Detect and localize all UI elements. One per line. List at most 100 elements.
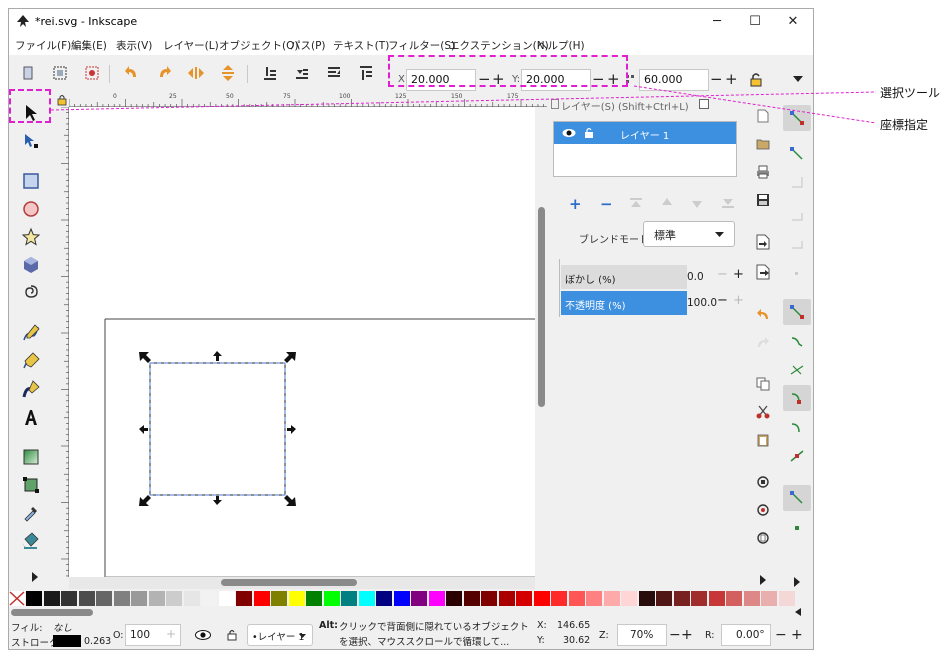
pencil-tool[interactable] bbox=[19, 321, 43, 345]
color-swatch[interactable] bbox=[253, 591, 270, 606]
layer-to-top-icon[interactable] bbox=[629, 197, 643, 209]
ruler-lock-icon[interactable] bbox=[55, 93, 69, 107]
snap-smooth-icon[interactable] bbox=[783, 415, 811, 441]
blur-slider[interactable]: ぼかし (%) bbox=[561, 265, 687, 289]
color-swatch[interactable] bbox=[586, 591, 602, 606]
open-document-icon[interactable] bbox=[752, 133, 774, 155]
palette-menu-icon[interactable] bbox=[795, 608, 803, 616]
palette-scrollbar[interactable] bbox=[9, 606, 813, 618]
zoom-input[interactable]: 70% bbox=[617, 624, 667, 646]
zoom-page-icon[interactable] bbox=[752, 527, 774, 549]
3dbox-tool[interactable] bbox=[19, 253, 43, 277]
color-swatch[interactable] bbox=[341, 591, 357, 606]
menu-path[interactable]: パス(P) bbox=[290, 38, 326, 53]
menu-help[interactable]: ヘルプ(H) bbox=[537, 38, 585, 53]
blend-mode-select[interactable]: 標準 bbox=[643, 221, 735, 247]
print-icon[interactable] bbox=[752, 161, 774, 183]
color-swatch[interactable] bbox=[271, 591, 287, 606]
zoom-plus-button[interactable]: + bbox=[681, 627, 693, 643]
toggle-lock-icon[interactable] bbox=[227, 629, 237, 641]
layer-list[interactable]: レイヤー 1 bbox=[553, 121, 737, 177]
toggle-visibility-icon[interactable] bbox=[195, 630, 211, 640]
canvas-vertical-scrollbar[interactable] bbox=[535, 107, 547, 577]
color-swatch[interactable] bbox=[166, 591, 182, 606]
save-icon[interactable] bbox=[752, 189, 774, 211]
current-layer-select[interactable]: •レイヤー 1 bbox=[247, 624, 313, 646]
ellipse-tool[interactable] bbox=[19, 197, 43, 221]
pen-tool[interactable] bbox=[19, 349, 43, 373]
color-swatch[interactable] bbox=[131, 591, 147, 606]
opacity-plus-button[interactable]: + bbox=[733, 293, 744, 308]
commands-overflow-icon[interactable] bbox=[752, 569, 774, 591]
opacity-value[interactable]: 100.0 bbox=[687, 297, 717, 309]
width-minus-button[interactable]: − bbox=[710, 70, 723, 88]
width-plus-button[interactable]: + bbox=[725, 70, 738, 88]
close-button[interactable]: ✕ bbox=[773, 11, 813, 33]
gradient-tool[interactable] bbox=[19, 445, 43, 469]
color-swatch[interactable] bbox=[778, 591, 795, 606]
mesh-tool[interactable] bbox=[19, 473, 43, 497]
snap-bbox-midpoint-icon[interactable] bbox=[783, 233, 811, 259]
color-swatch[interactable] bbox=[236, 591, 252, 606]
toolbar-overflow-icon[interactable] bbox=[787, 69, 809, 91]
color-swatch[interactable] bbox=[26, 591, 42, 606]
raise-icon[interactable] bbox=[323, 62, 345, 84]
menu-object[interactable]: オブジェクト(O) bbox=[219, 38, 298, 53]
rotation-minus-button[interactable]: − bbox=[775, 627, 787, 643]
snap-intersection-icon[interactable] bbox=[783, 357, 811, 383]
layer-lock-icon[interactable] bbox=[584, 127, 594, 139]
zoom-minus-button[interactable]: − bbox=[669, 627, 681, 643]
panel-float-icon[interactable] bbox=[699, 99, 709, 109]
color-swatch[interactable] bbox=[201, 591, 217, 606]
color-swatch[interactable] bbox=[96, 591, 112, 606]
color-swatch[interactable] bbox=[358, 591, 375, 606]
snap-toggle-icon[interactable] bbox=[783, 105, 811, 131]
minimize-button[interactable]: ─ bbox=[697, 11, 737, 33]
rotate-cw-icon[interactable] bbox=[153, 62, 175, 84]
drawing-canvas[interactable] bbox=[69, 107, 535, 577]
color-swatch[interactable] bbox=[603, 591, 620, 606]
layer-raise-icon[interactable] bbox=[661, 197, 673, 209]
color-swatch[interactable] bbox=[113, 591, 130, 606]
spiral-tool[interactable] bbox=[19, 281, 43, 305]
stroke-color-swatch[interactable] bbox=[53, 635, 81, 647]
snap-object-center-icon[interactable] bbox=[783, 485, 811, 511]
color-swatch[interactable] bbox=[638, 591, 655, 606]
snap-bbox-edge-icon[interactable] bbox=[783, 169, 811, 195]
layer-lower-icon[interactable] bbox=[691, 197, 703, 209]
snap-page-border-icon[interactable] bbox=[783, 515, 811, 541]
color-swatch[interactable] bbox=[691, 591, 707, 606]
lower-icon[interactable] bbox=[291, 62, 313, 84]
blur-minus-button[interactable]: − bbox=[717, 267, 728, 282]
color-swatch[interactable] bbox=[498, 591, 515, 606]
color-swatch[interactable] bbox=[673, 591, 690, 606]
remove-layer-icon[interactable]: − bbox=[600, 195, 613, 213]
color-swatch[interactable] bbox=[306, 591, 322, 606]
star-tool[interactable] bbox=[19, 225, 43, 249]
select-all-layers-icon[interactable] bbox=[49, 62, 71, 84]
color-swatch[interactable] bbox=[61, 591, 77, 606]
canvas-horizontal-scrollbar[interactable] bbox=[69, 577, 535, 589]
color-swatch[interactable] bbox=[463, 591, 480, 606]
color-swatch[interactable] bbox=[288, 591, 305, 606]
color-swatch[interactable] bbox=[148, 591, 165, 606]
opacity-input[interactable]: 100 + bbox=[125, 624, 181, 646]
toolbox-overflow-icon[interactable] bbox=[23, 565, 47, 589]
import-icon[interactable] bbox=[752, 231, 774, 253]
export-icon[interactable] bbox=[752, 261, 774, 283]
snap-bbox-center-icon[interactable] bbox=[783, 261, 811, 287]
deselect-icon[interactable] bbox=[81, 62, 103, 84]
vertical-ruler[interactable] bbox=[55, 107, 69, 577]
redo-icon[interactable] bbox=[752, 331, 774, 353]
menu-extensions[interactable]: エクステンション(N) bbox=[449, 38, 549, 53]
flip-vertical-icon[interactable] bbox=[217, 62, 239, 84]
width-input[interactable]: 60.000 bbox=[639, 69, 709, 91]
color-swatch[interactable] bbox=[411, 591, 427, 606]
dropper-tool[interactable] bbox=[19, 501, 43, 525]
rect-tool[interactable] bbox=[19, 169, 43, 193]
color-swatch[interactable] bbox=[481, 591, 497, 606]
color-swatch[interactable] bbox=[656, 591, 672, 606]
menu-filters[interactable]: フィルター(S) bbox=[388, 38, 455, 53]
eye-icon[interactable] bbox=[562, 128, 576, 138]
menu-edit[interactable]: 編集(E) bbox=[71, 38, 107, 53]
